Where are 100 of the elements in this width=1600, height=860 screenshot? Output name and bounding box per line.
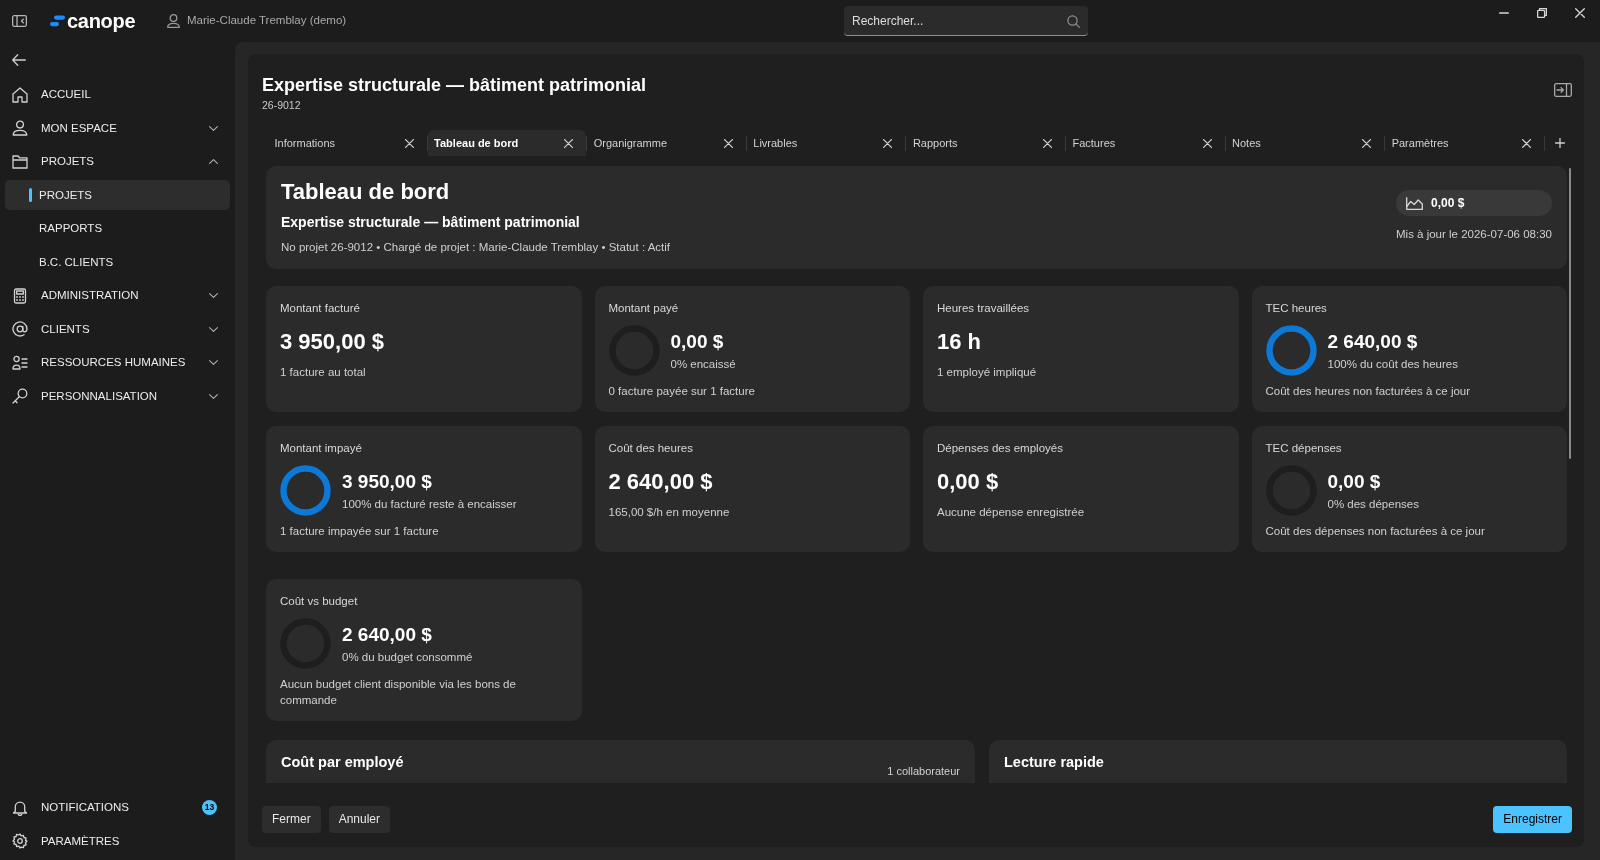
kpi-value: 0,00 $ [1327, 469, 1381, 494]
people-list-icon [11, 354, 28, 371]
chevron-icon[interactable] [208, 159, 218, 165]
kpi-value: 3 950,00 $ [280, 328, 384, 356]
kpi-label: Heures travaillées [937, 301, 1030, 316]
updated-time: Mis à jour le 2026-07-06 08:30 [1396, 227, 1552, 242]
tab[interactable]: Notes [1225, 130, 1385, 156]
kpi-note: 100% du facturé reste à encaisser [342, 496, 517, 512]
kpi-caption: 0 facture payée sur 1 facture [608, 384, 755, 399]
kpi-label: Dépenses des employés [937, 441, 1063, 456]
tab[interactable]: Factures [1065, 130, 1225, 156]
tab[interactable]: Rapports [906, 130, 1065, 156]
close-icon[interactable] [1042, 138, 1052, 148]
logo-mark-icon [50, 15, 65, 27]
nav-item[interactable]: B.C. CLIENTS [5, 247, 230, 278]
close-icon[interactable] [1575, 8, 1585, 18]
close-icon[interactable] [404, 138, 414, 148]
nav-item[interactable]: PROJETS [5, 180, 230, 211]
chevron-icon[interactable] [208, 293, 218, 299]
nav-item[interactable]: CLIENTS [5, 314, 230, 345]
close-icon[interactable] [883, 138, 893, 148]
collaborator-count: 1 collaborateur [887, 764, 960, 778]
nav-item[interactable]: RAPPORTS [5, 213, 230, 244]
tab[interactable]: Paramètres [1385, 130, 1544, 156]
kpi-label: Coût des heures [608, 441, 693, 456]
scrollbar-thumb[interactable] [1568, 168, 1571, 459]
kpi-label: TEC heures [1265, 301, 1327, 316]
nav-item[interactable]: ACCUEIL [5, 79, 230, 110]
kpi-caption: 1 facture au total [280, 365, 366, 380]
dashboard-title: Tableau de bord [281, 178, 450, 206]
kpi-caption: Coût des heures non facturées à ce jour [1265, 384, 1471, 399]
kpi-note: 0% encaissé [670, 356, 736, 372]
settings-icon [11, 833, 28, 850]
tab[interactable]: Tableau de bord [427, 130, 587, 156]
tab[interactable]: Organigramme [587, 130, 746, 156]
nav-item[interactable]: NOTIFICATIONS 13 [5, 792, 230, 823]
restore-icon[interactable] [1537, 8, 1547, 18]
section-title: Coût par employé [281, 753, 404, 772]
section-title: Lecture rapide [1004, 753, 1104, 772]
kpi-note: 0% du budget consommé [342, 649, 473, 665]
project-meta: No projet 26-9012 • Chargé de projet : Marie-Claude Tremblay • Statut : Actif [281, 240, 671, 255]
kpi-caption: Aucun budget client disponible via les bons de commande [280, 677, 517, 708]
kpi-label: Montant facturé [280, 301, 360, 316]
bell-icon [11, 799, 28, 816]
chevron-icon[interactable] [208, 360, 218, 366]
area-chart-icon [1406, 196, 1423, 210]
search-icon[interactable] [1067, 14, 1080, 28]
calculator-icon [11, 287, 28, 304]
back-arrow-icon[interactable] [12, 54, 26, 66]
logo-text: canope [67, 9, 136, 33]
project-code: 26-9012 [262, 98, 301, 112]
nav-item[interactable]: PERSONNALISATION [5, 381, 230, 412]
panel-collapse-icon[interactable] [1554, 83, 1572, 97]
kpi-label: Montant impayé [280, 441, 362, 456]
chevron-icon[interactable] [208, 393, 218, 399]
kpi-note: 100% du coût des heures [1327, 356, 1458, 372]
kpi-label: Montant payé [608, 301, 679, 316]
notification-count: 13 [202, 800, 217, 816]
close-icon[interactable] [723, 138, 733, 148]
sidebar-toggle-icon[interactable] [12, 15, 27, 27]
user-icon [167, 14, 180, 28]
at-sign-icon [11, 321, 28, 338]
key-icon [11, 388, 28, 405]
total-amount: 0,00 $ [1431, 195, 1465, 212]
close-icon[interactable] [1521, 138, 1531, 148]
tab[interactable]: Informations [268, 130, 427, 156]
kpi-value: 2 640,00 $ [608, 468, 713, 496]
kpi-caption: 1 employé impliqué [937, 365, 1037, 380]
project-title: Expertise structurale — bâtiment patrimonial [262, 74, 647, 97]
save-button[interactable]: Enregistrer [1493, 806, 1572, 833]
kpi-label: TEC dépenses [1265, 441, 1342, 456]
nav-item[interactable]: PARAMÈTRES [5, 826, 230, 857]
kpi-caption: 1 facture impayée sur 1 facture [280, 524, 439, 539]
nav-item[interactable]: MON ESPACE [5, 113, 230, 144]
close-icon[interactable] [1202, 138, 1212, 148]
close-icon[interactable] [1362, 138, 1372, 148]
secondary-button[interactable]: Annuler [328, 806, 391, 833]
kpi-caption: 165,00 $/h en moyenne [608, 505, 730, 520]
chevron-icon[interactable] [208, 326, 218, 332]
person-icon [11, 120, 28, 137]
kpi-caption: Aucune dépense enregistrée [937, 505, 1085, 520]
nav-item[interactable]: ADMINISTRATION [5, 280, 230, 311]
kpi-value: 3 950,00 $ [342, 469, 432, 494]
close-icon[interactable] [564, 138, 574, 148]
kpi-label: Coût vs budget [280, 594, 358, 609]
add-tab-icon[interactable] [1554, 138, 1565, 148]
kpi-note: 0% des dépenses [1327, 496, 1419, 512]
kpi-value: 0,00 $ [937, 468, 999, 496]
nav-item[interactable]: RESSOURCES HUMAINES [5, 347, 230, 378]
secondary-button[interactable]: Fermer [262, 806, 321, 833]
nav-item[interactable]: PROJETS [5, 146, 230, 177]
kpi-caption: Coût des dépenses non facturées à ce jour [1265, 524, 1485, 539]
chevron-icon[interactable] [208, 125, 218, 131]
dashboard-subtitle: Expertise structurale — bâtiment patrimonial [281, 213, 580, 232]
search-field[interactable]: Rechercher... [844, 6, 1088, 36]
active-marker-icon [29, 188, 32, 203]
user-name: Marie-Claude Tremblay (demo) [187, 13, 347, 29]
kpi-value: 16 h [937, 328, 982, 356]
kpi-value: 2 640,00 $ [342, 622, 432, 647]
tab[interactable]: Livrables [746, 130, 906, 156]
